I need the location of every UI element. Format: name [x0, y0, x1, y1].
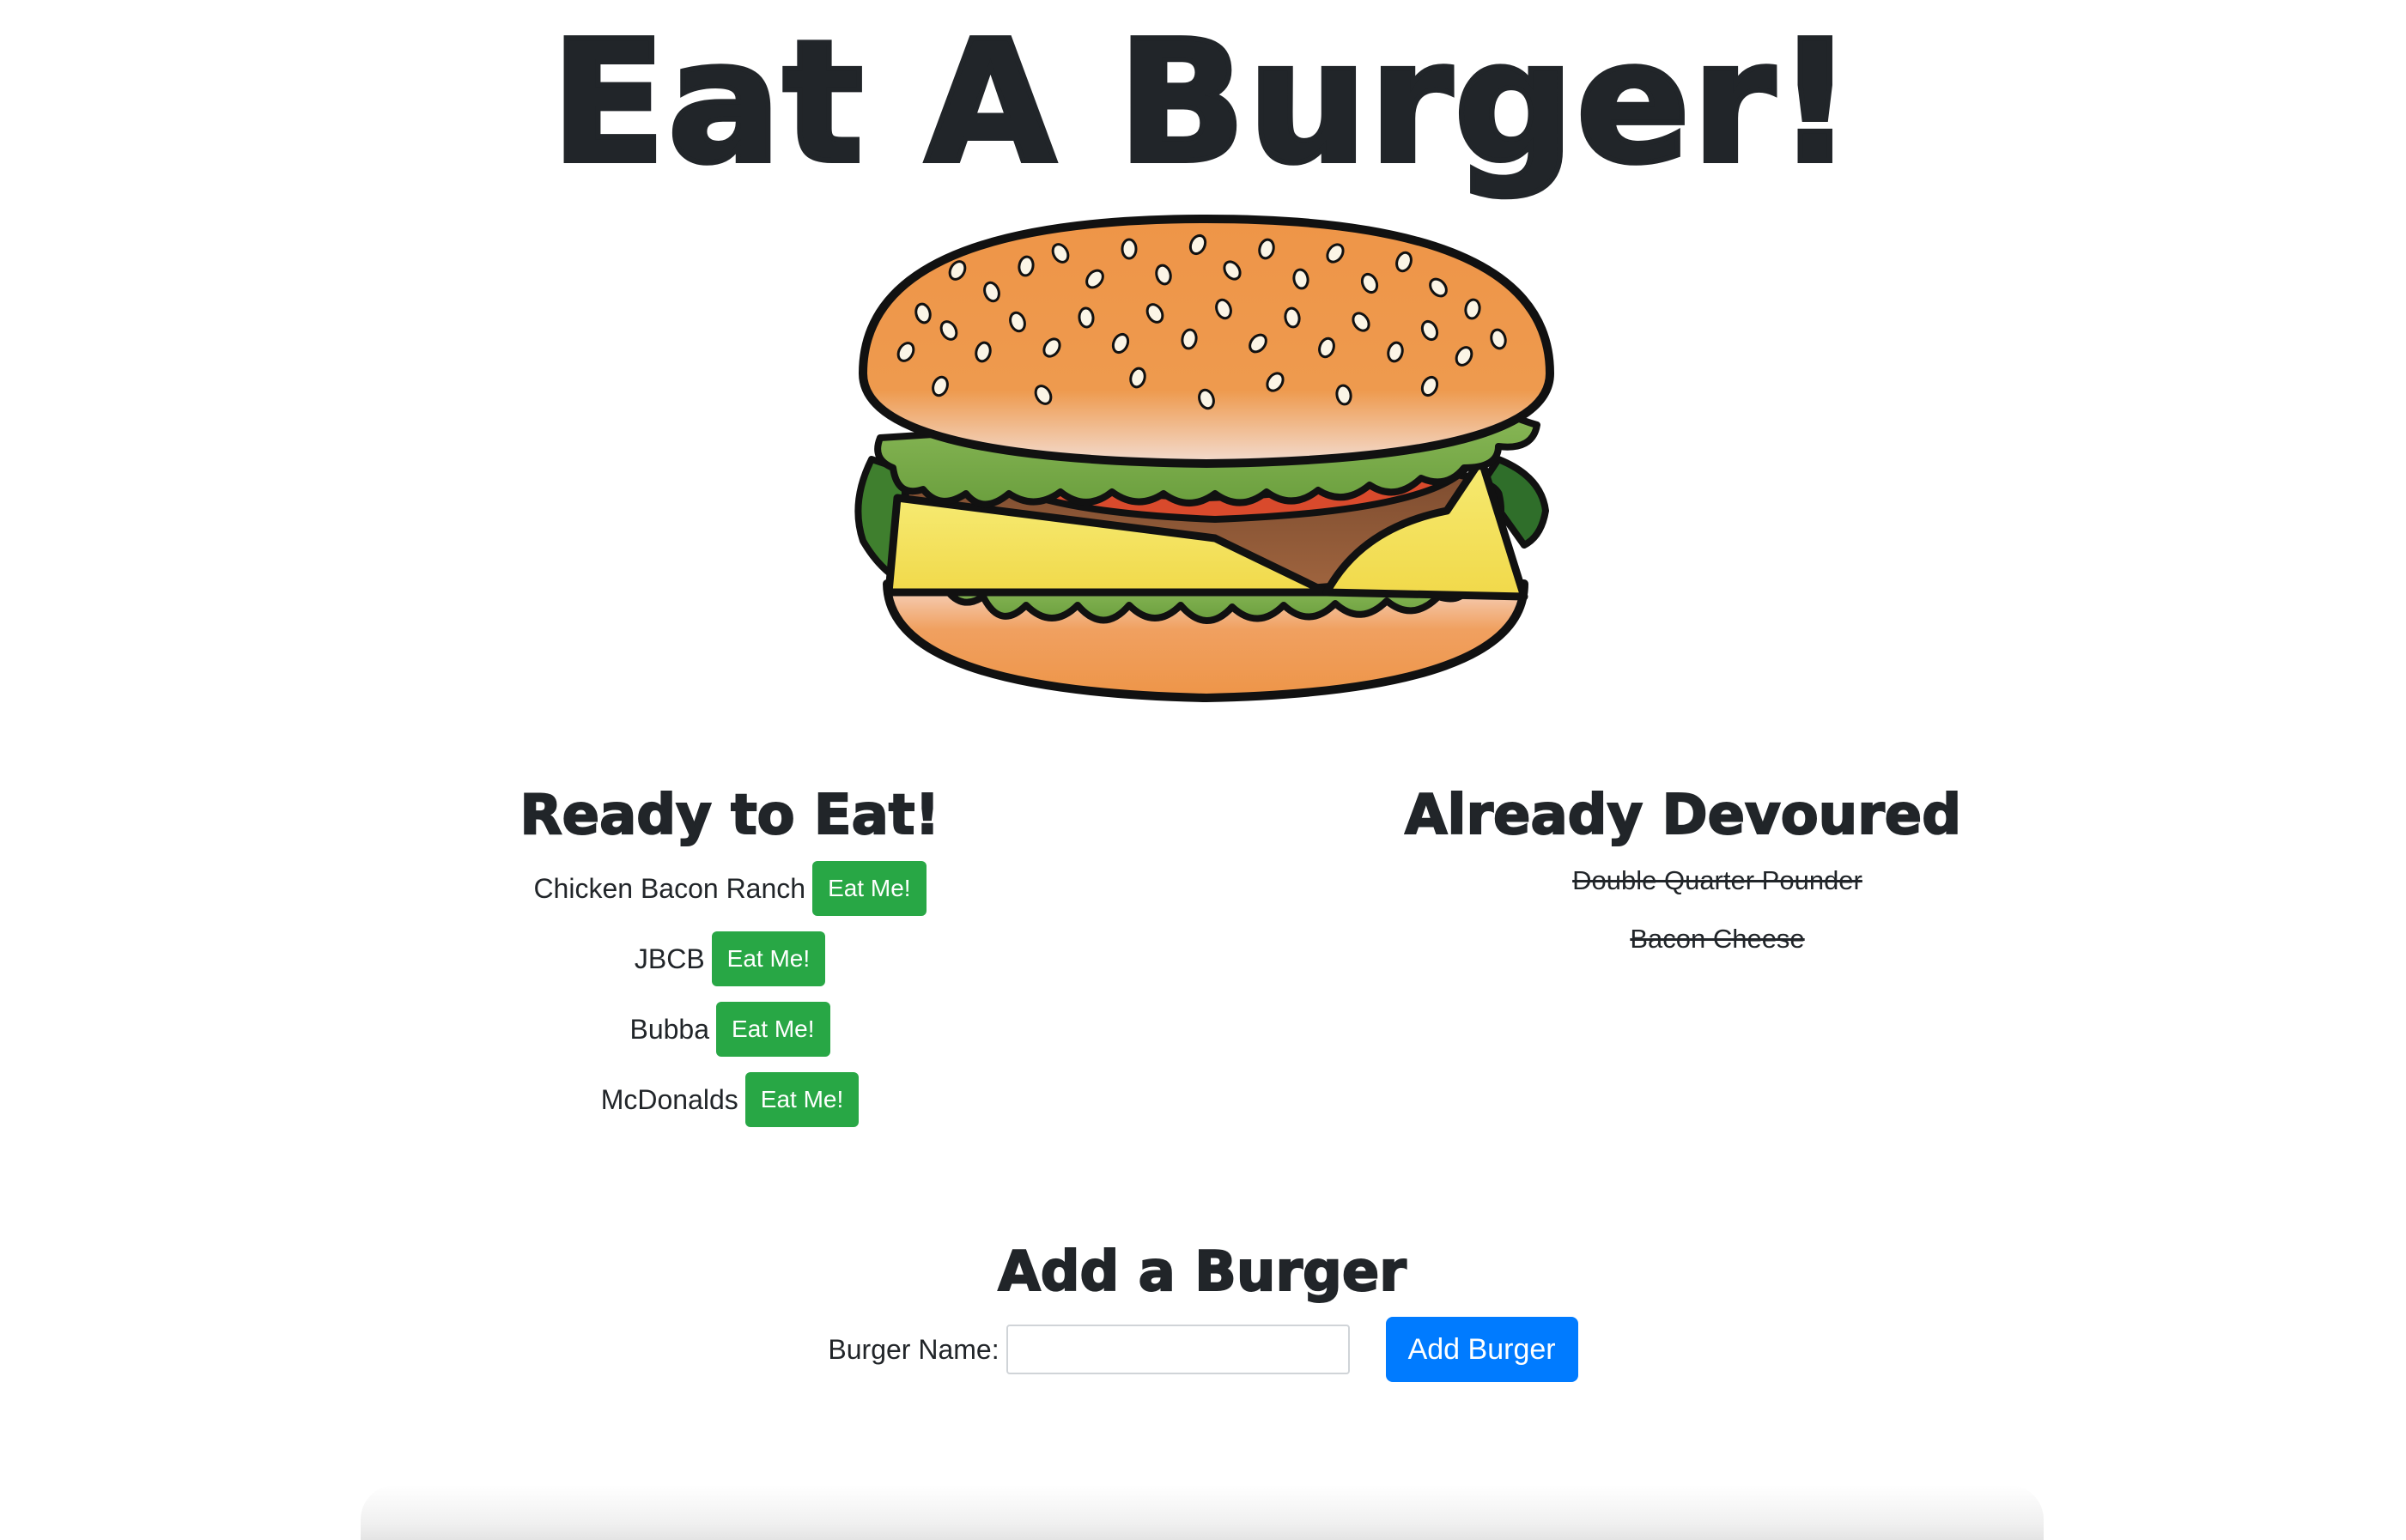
- eat-me-button[interactable]: Eat Me!: [744, 1072, 860, 1127]
- page: Eat A Burger! Ready to Eat! Already Devo…: [0, 0, 2406, 1540]
- add-burger-button[interactable]: Add Burger: [1385, 1317, 1578, 1382]
- burger-name: McDonalds: [600, 1083, 738, 1115]
- ready-to-eat-list: Chicken Bacon Ranch Eat Me! JBCB Eat Me!…: [429, 861, 1030, 1143]
- page-title: Eat A Burger!: [549, 5, 1856, 201]
- burger-name: Bubba: [629, 1013, 710, 1045]
- burger-name-input[interactable]: [1006, 1325, 1350, 1374]
- already-devoured-list: Double Quarter Pounder Bacon Cheese: [1382, 865, 2052, 982]
- add-burger-form: Burger Name: Add Burger: [0, 1317, 2406, 1382]
- burger-name-label: Burger Name:: [828, 1333, 999, 1365]
- footer-shadow: [361, 1485, 2044, 1540]
- list-item: JBCB Eat Me!: [429, 931, 1030, 986]
- devoured-burger-name: Bacon Cheese: [1630, 924, 1805, 954]
- burger-name: JBCB: [634, 943, 705, 974]
- eat-me-button[interactable]: Eat Me!: [716, 1002, 830, 1057]
- burger-name: Chicken Bacon Ranch: [533, 872, 806, 904]
- list-item: McDonalds Eat Me!: [429, 1072, 1030, 1127]
- eat-me-button[interactable]: Eat Me!: [711, 931, 826, 986]
- add-burger-heading: Add a Burger: [997, 1240, 1407, 1305]
- burger-illustration: [846, 202, 1567, 717]
- eat-me-button[interactable]: Eat Me!: [812, 861, 927, 916]
- devoured-burger-name: Double Quarter Pounder: [1572, 865, 1862, 895]
- list-item: Bubba Eat Me!: [429, 1002, 1030, 1057]
- already-devoured-heading: Already Devoured: [1404, 783, 1962, 848]
- ready-to-eat-heading: Ready to Eat!: [519, 783, 940, 848]
- list-item: Chicken Bacon Ranch Eat Me!: [429, 861, 1030, 916]
